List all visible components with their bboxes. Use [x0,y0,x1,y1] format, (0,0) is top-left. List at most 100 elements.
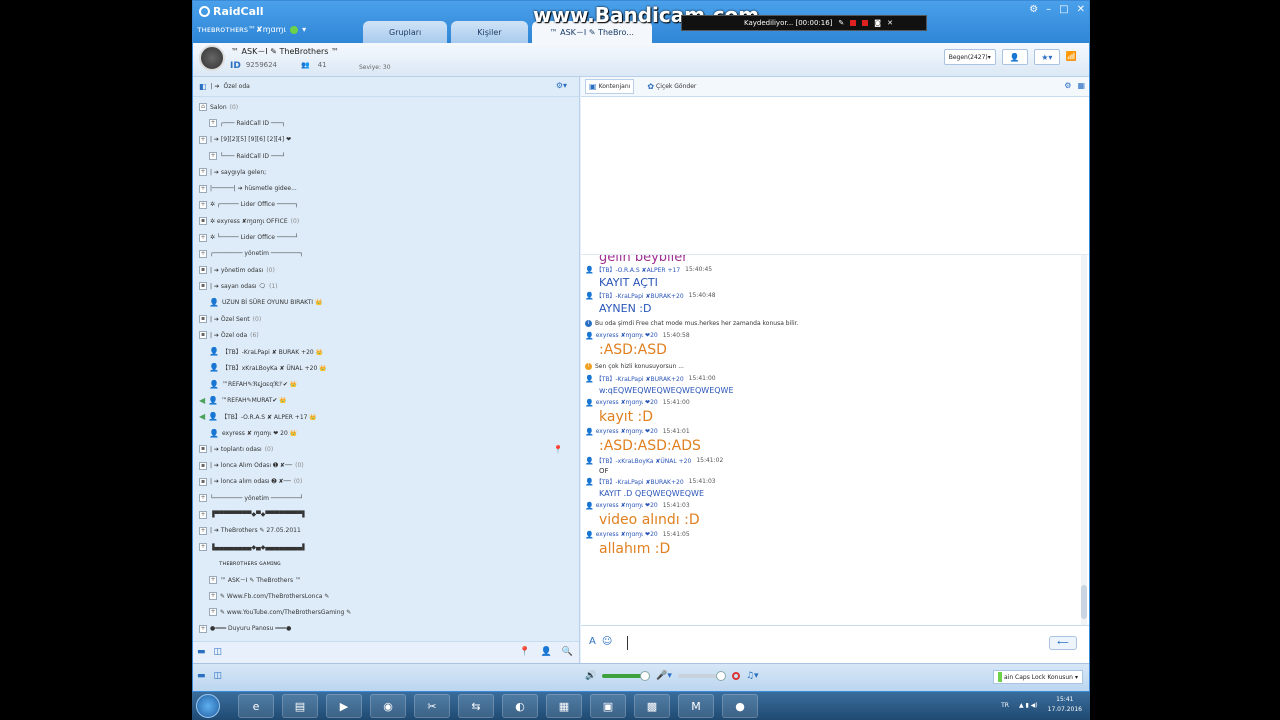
user-icon[interactable]: 👤 [209,363,219,372]
online-status-icon[interactable] [290,25,299,34]
chrome-icon[interactable]: ◉ [370,694,406,718]
sender-name[interactable]: 【TB】-O.R.A.S ✘ALPER +17 [596,265,680,274]
emoji-icon[interactable]: ☺ [602,636,612,647]
sender-name[interactable]: exyress ✘ɱɑɱɩ ❤20 [596,531,658,538]
expand-icon[interactable]: + [199,168,207,177]
channel-item[interactable]: + ✎ Www.Fb.com/TheBrothersLonca ✎ [193,588,579,604]
maximize-button[interactable]: □ [1059,4,1068,15]
channel-item[interactable]: ᴛʜᴇʙʀᴏᴛʜᴇʀꜱ ɢᴀᴍɪɴɢ [193,555,579,571]
expand-icon[interactable]: + [199,494,207,503]
home-icon[interactable]: ⌂ [199,103,207,112]
channel-item[interactable]: + ✲ ┌───── Lider Office ─────┐ [193,197,579,213]
location-icon[interactable]: 📍 [553,445,563,454]
channel-item[interactable]: + ┌──────── yönetim ────────┐ [193,246,579,262]
camera-icon[interactable]: ◙ [874,19,881,27]
channel-item[interactable]: + | ➔ saygıyla gelen; [193,164,579,180]
user-icon[interactable]: 👤 [209,380,219,389]
expand-icon[interactable]: + [199,233,207,242]
like-button[interactable]: Begen(2427) ▾ [943,49,996,65]
sender-name[interactable]: 【TB】-xKraLBoyKa ✘ÜNAL +20 [596,456,692,465]
channel-item[interactable]: 👤 UZUN Bİ SÜRE OYUNU BIRAKTI 👑 [193,295,579,311]
chat-input-area[interactable]: A ☺ ⟵ [581,625,1089,665]
channel-tree-icon[interactable]: ◧ [199,82,207,91]
chat-scrollbar[interactable] [1081,255,1087,625]
lock-icon[interactable]: ▪ [199,315,207,323]
channel-item[interactable]: 👤 exyress ✘ ɱɑɱɩ ❤ 20 👑 [193,425,579,441]
add-user-button[interactable]: 👤 [1001,49,1028,65]
mic-volume-slider[interactable] [677,671,726,681]
channel-item[interactable]: ▪ ✲ exyress ✘ɱɑɱɩ OFFICE (0) [193,213,579,229]
raidcall-icon[interactable]: ◐ [502,694,538,718]
speaker-icon[interactable]: 🔊 [585,671,596,681]
channel-item[interactable]: + ▐▀▀▀▀▀▀▀▀◆▀◆▀▀▀▀▀▀▀▀▌ [193,506,579,522]
channel-item[interactable]: ▪ | ➔ lonca Alım Odası ➊ ✘── (0) [193,458,579,474]
language-indicator[interactable]: TR [1001,702,1009,709]
expand-icon[interactable]: + [199,135,207,144]
music-icon[interactable]: ♫▾ [746,671,759,681]
expand-icon[interactable]: + [199,184,207,193]
favorite-button[interactable]: ★▾ [1033,49,1060,65]
speaker-volume-slider[interactable] [602,671,651,681]
lock-icon[interactable]: ▪ [199,266,207,275]
channel-item[interactable]: ◀ 👤 ™REFAH✎MURAT✔ 👑 [193,392,579,408]
expand-icon[interactable]: + [199,200,207,209]
channel-item[interactable]: 👤 【TB】-KraLPapi ✘ BURAK +20 👑 [193,343,579,359]
user-icon[interactable]: 👤 [208,412,218,421]
pen-icon[interactable]: ✎ [838,19,844,27]
channel-item[interactable]: 👤 【TB】xKraLBoyKa ✘ ÜNAL +20 👑 [193,360,579,376]
expand-icon[interactable]: + [199,543,207,552]
bandicam-icon[interactable]: ● [722,694,758,718]
pause-record-icon[interactable] [862,20,869,26]
channel-item[interactable]: ▪ | ➔ yönetim odası (0) [193,262,579,278]
channel-item[interactable]: + ✎ www.YouTube.com/TheBrothersGaming ✎ [193,604,579,620]
search-icon[interactable]: 🔍 [562,647,573,657]
channel-item[interactable]: ◀ 👤 【TB】-O.R.A.S ✘ ALPER +17 👑 [193,409,579,425]
slider-knob[interactable] [640,671,651,681]
layout-icon[interactable]: ◫ [214,647,223,657]
record-icon[interactable] [731,672,740,680]
chevron-down-icon[interactable]: ▾ [302,25,306,34]
lock-icon[interactable]: ▪ [199,461,207,470]
metin2-icon[interactable]: M [678,694,714,718]
sender-name[interactable]: exyress ✘ɱɑɱɩ ❤20 [596,428,658,435]
channel-item[interactable]: + | ➔ [9][2][5] [9][6] [2][4] ❤ [193,132,579,148]
collapse-icon[interactable]: ▬ [197,647,206,657]
start-button[interactable] [196,694,220,718]
channel-item[interactable]: + └──────── yönetim ────────┘ [193,490,579,506]
expand-icon[interactable]: + [199,510,207,519]
sender-name[interactable]: exyress ✘ɱɑɱɩ ❤20 [596,399,658,406]
channel-item[interactable]: + |──────| ➔ hüsmetle gidee... [193,180,579,196]
channel-item[interactable]: ⌂ Salon (0) [193,99,579,115]
expand-icon[interactable]: + [199,526,207,535]
channel-menu-icon[interactable]: ⚙▾ [556,81,567,90]
explorer-folder-icon[interactable]: ▤ [282,694,318,718]
calendar-icon[interactable]: ▦ [1077,81,1085,90]
channel-item[interactable]: + | ➔ TheBrothers ✎ 27.05.2011 [193,523,579,539]
channel-item[interactable]: + └─── RaidCall ID ───┘ [193,148,579,164]
lock-icon[interactable]: ▪ [199,331,207,340]
sender-name[interactable]: 【TB】-KraLPapi ✘BURAK+20 [596,291,684,300]
slider-knob[interactable] [715,671,726,681]
lock-icon[interactable]: ▪ [199,477,207,486]
sender-name[interactable]: 【TB】-KraLPapi ✘BURAK+20 [596,477,684,486]
media-player-icon[interactable]: ▶ [326,694,362,718]
sender-name[interactable]: exyress ✘ɱɑɱɩ ❤20 [596,332,658,339]
channel-item[interactable]: ▪ | ➔ Özel oda (6) [193,327,579,343]
user-icon[interactable]: 👤 [209,429,219,438]
channel-item[interactable]: + ┌─── RaidCall ID ───┐ [193,115,579,131]
room-avatar[interactable] [199,45,225,71]
voice-mode-select[interactable]: ain Caps Lock Konusun ▾ [992,670,1083,684]
scroll-thumb[interactable] [1081,585,1087,619]
user-icon[interactable]: 👤 [209,298,219,307]
channel-item[interactable]: 👤 ™REFAH✎ℜɛʝɑɛɋℜℱ✔ 👑 [193,376,579,392]
expand-icon[interactable]: + [199,249,207,258]
minimize-button[interactable]: – [1046,4,1051,15]
sender-name[interactable]: 【TB】-KraLPapi ✘BURAK+20 [596,374,684,383]
user-icon[interactable]: 👤 [541,647,552,657]
minimize-icon[interactable]: ▬ [197,671,206,681]
tool-icon[interactable]: ✂ [414,694,450,718]
close-icon[interactable]: ✕ [887,19,893,27]
user-icon[interactable]: 👤 [208,396,218,405]
channel-item[interactable]: + ✲ └───── Lider Office ─────┘ [193,229,579,245]
stop-record-icon[interactable] [850,20,857,26]
